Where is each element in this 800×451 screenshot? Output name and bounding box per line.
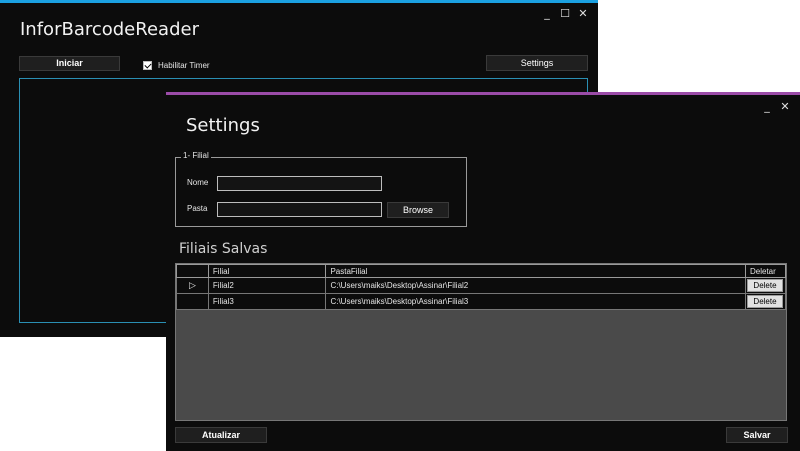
filial-cell[interactable]: Filial2 bbox=[207, 277, 327, 294]
pasta-cell[interactable]: C:\Users\maiks\Desktop\Assinar\Filial2 bbox=[325, 277, 746, 294]
row-selector[interactable] bbox=[176, 293, 209, 310]
nome-label: Nome bbox=[187, 178, 209, 187]
delete-button[interactable]: Delete bbox=[746, 279, 783, 292]
column-header-filial[interactable]: Filial bbox=[207, 264, 327, 278]
filial-cell[interactable]: Filial3 bbox=[207, 293, 327, 310]
settings-title: Settings bbox=[186, 115, 260, 136]
filial-group-title: 1- Filial bbox=[181, 151, 211, 160]
timer-label: Habilitar Timer bbox=[158, 61, 210, 70]
filiais-grid: Filial PastaFilial Deletar ▷ Filial2 C:\… bbox=[175, 263, 787, 421]
app-title: InforBarcodeReader bbox=[20, 19, 199, 40]
settings-button[interactable]: Settings bbox=[486, 55, 588, 71]
close-icon[interactable]: ✕ bbox=[776, 100, 794, 113]
minimize-icon[interactable]: _ bbox=[758, 100, 776, 113]
delete-button[interactable]: Delete bbox=[746, 295, 783, 308]
settings-window-controls: _ ✕ bbox=[758, 100, 794, 113]
settings-window: Settings _ ✕ 1- Filial Nome Pasta Browse … bbox=[166, 92, 800, 451]
column-header-selector bbox=[176, 264, 209, 278]
pasta-cell[interactable]: C:\Users\maiks\Desktop\Assinar\Filial3 bbox=[325, 293, 746, 310]
filiais-table: Filial PastaFilial Deletar ▷ Filial2 C:\… bbox=[176, 264, 787, 310]
column-header-pastafilial[interactable]: PastaFilial bbox=[325, 264, 746, 278]
filiais-salvas-heading: Filiais Salvas bbox=[179, 241, 268, 257]
pasta-input[interactable] bbox=[217, 202, 382, 217]
timer-checkbox-group[interactable]: Habilitar Timer bbox=[143, 61, 210, 70]
column-header-deletar[interactable]: Deletar bbox=[744, 264, 787, 278]
nome-input[interactable] bbox=[217, 176, 382, 191]
iniciar-button[interactable]: Iniciar bbox=[19, 56, 120, 71]
row-selector-icon[interactable]: ▷ bbox=[176, 277, 209, 294]
atualizar-button[interactable]: Atualizar bbox=[175, 427, 267, 443]
delete-cell: Delete bbox=[744, 277, 787, 294]
salvar-button[interactable]: Salvar bbox=[726, 427, 788, 443]
table-row[interactable]: Filial3 C:\Users\maiks\Desktop\Assinar\F… bbox=[176, 293, 787, 310]
timer-checkbox[interactable] bbox=[143, 61, 152, 70]
table-row[interactable]: ▷ Filial2 C:\Users\maiks\Desktop\Assinar… bbox=[176, 277, 787, 294]
browse-button[interactable]: Browse bbox=[387, 202, 449, 218]
window-controls: _ ☐ ✕ bbox=[538, 7, 592, 20]
pasta-label: Pasta bbox=[187, 204, 208, 213]
minimize-icon[interactable]: _ bbox=[538, 7, 556, 20]
delete-cell: Delete bbox=[744, 293, 787, 310]
filial-group: 1- Filial Nome Pasta Browse bbox=[175, 151, 467, 227]
maximize-icon[interactable]: ☐ bbox=[556, 7, 574, 20]
close-icon[interactable]: ✕ bbox=[574, 7, 592, 20]
